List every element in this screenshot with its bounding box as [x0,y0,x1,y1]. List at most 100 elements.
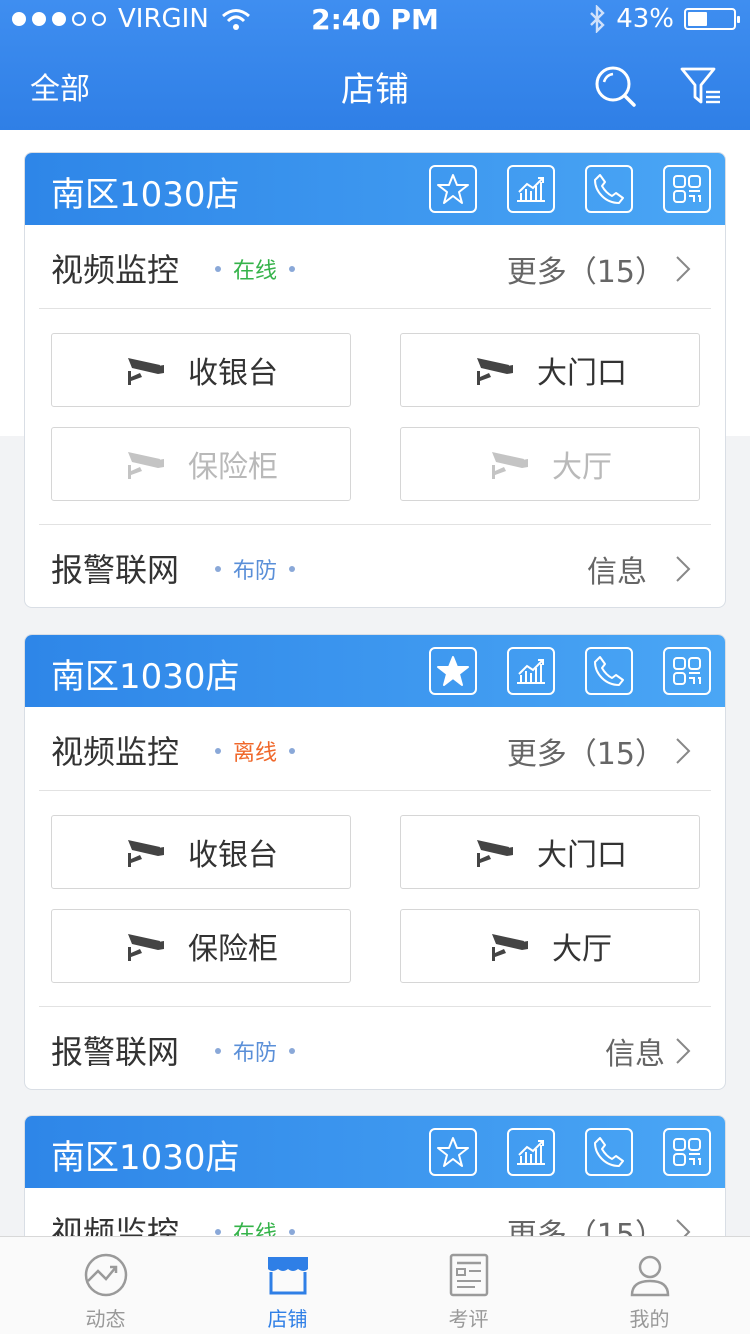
cctv-camera-icon [128,452,164,479]
alarm-status: 布防 [215,1035,296,1067]
tab-store[interactable]: 店铺 [194,1237,381,1334]
alarm-row[interactable]: 报警联网 布防 信息 [39,1007,711,1089]
cctv-camera-icon [128,934,164,961]
trend-icon [84,1253,127,1297]
star-outline-icon [437,1137,469,1167]
alarm-info-link[interactable]: 信息 [587,547,691,591]
video-monitor-title: 视频监控 [51,733,180,771]
chevron-right-icon [676,1038,691,1064]
store-name[interactable]: 南区1030店 [51,167,240,216]
call-button[interactable] [585,647,633,695]
alarm-row[interactable]: 报警联网 布防 信息 [39,525,711,607]
tab-dynamic[interactable]: 动态 [12,1237,199,1334]
statistics-button[interactable] [507,165,555,213]
phone-icon [594,656,624,686]
alarm-info-link[interactable]: 信息 [605,1029,691,1073]
video-monitor-row[interactable]: 视频监控 离线 更多（15） [39,707,711,791]
cctv-camera-icon [492,934,528,961]
video-monitor-title: 视频监控 [51,251,180,289]
statistics-button[interactable] [507,647,555,695]
chart-icon [517,659,545,684]
qrcode-button[interactable] [663,165,711,213]
camera-button[interactable]: 大厅 [400,909,700,983]
video-status-text: 离线 [233,741,278,766]
camera-label: 收银台 [188,838,278,873]
store-card: 南区1030店 视频监控 在线 更多（15） [24,152,726,608]
store-icon [267,1257,308,1295]
status-bar: VIRGIN 2:40 PM 43% [0,0,750,40]
store-name[interactable]: 南区1030店 [51,649,240,698]
chart-icon [517,177,545,202]
report-icon [449,1253,488,1297]
camera-label: 收银台 [188,356,278,391]
chevron-right-icon [676,256,691,282]
video-monitor-title: 视频监控 [51,1214,180,1236]
tab-label: 动态 [85,1307,126,1331]
tab-evaluation[interactable]: 考评 [375,1237,562,1334]
video-monitor-row[interactable]: 视频监控 在线 更多（15） [39,225,711,309]
alarm-status-text: 布防 [233,559,278,584]
camera-button[interactable]: 大门口 [400,815,700,889]
star-filled-icon [437,656,469,686]
store-name[interactable]: 南区1030店 [51,1130,240,1179]
camera-button[interactable]: 大门口 [400,333,700,407]
more-cameras-link[interactable]: 更多（15） [507,729,691,773]
qrcode-button[interactable] [663,647,711,695]
info-label: 信息 [605,1037,665,1072]
video-monitor-row[interactable]: 视频监控 在线 更多（15） [39,1188,711,1236]
chart-icon [517,1140,545,1165]
camera-label: 大厅 [552,450,612,485]
camera-button[interactable]: 收银台 [51,333,351,407]
tab-label: 我的 [629,1307,670,1331]
phone-icon [594,1137,624,1167]
video-status-text: 在线 [233,259,278,284]
store-card-header: 南区1030店 [25,635,725,707]
camera-button[interactable]: 保险柜 [51,909,351,983]
app-header: VIRGIN 2:40 PM 43% 全部 店铺 [0,0,750,130]
camera-button[interactable]: 保险柜 [51,427,351,501]
store-card: 南区1030店 视频监控 在线 更多（15） [24,1115,726,1236]
camera-button[interactable]: 大厅 [400,427,700,501]
camera-grid: 收银台 大门口 保险柜 大厅 [39,309,711,525]
favorite-button[interactable] [429,647,477,695]
qrcode-icon [673,1138,701,1166]
cctv-camera-icon [128,358,164,385]
store-list[interactable]: 南区1030店 视频监控 在线 更多（15） 收银台 大门口 保险柜 大厅 报警… [0,130,750,1236]
tab-bar: 动态 店铺 考评 我的 [0,1236,750,1334]
camera-label: 保险柜 [188,932,278,967]
more-cameras-link[interactable]: 更多（15） [507,1210,691,1236]
favorite-button[interactable] [429,165,477,213]
filter-icon[interactable] [678,64,722,108]
store-card-header: 南区1030店 [25,153,725,225]
camera-button[interactable]: 收银台 [51,815,351,889]
cctv-camera-icon [128,840,164,867]
alarm-status-text: 布防 [233,1041,278,1066]
camera-label: 大门口 [537,838,627,873]
qrcode-icon [673,657,701,685]
camera-label: 大厅 [552,932,612,967]
call-button[interactable] [585,1128,633,1176]
chevron-right-icon [676,738,691,764]
alarm-title: 报警联网 [51,551,180,589]
search-icon[interactable] [594,64,638,108]
more-cameras-link[interactable]: 更多（15） [507,247,691,291]
call-button[interactable] [585,165,633,213]
user-icon [630,1255,669,1297]
store-card-header: 南区1030店 [25,1116,725,1188]
cctv-camera-icon [477,358,513,385]
status-right: 43% [588,4,740,34]
favorite-button[interactable] [429,1128,477,1176]
statistics-button[interactable] [507,1128,555,1176]
tab-mine[interactable]: 我的 [556,1237,743,1334]
chevron-right-icon [676,1219,691,1236]
camera-label: 保险柜 [188,450,278,485]
alarm-title: 报警联网 [51,1033,180,1071]
more-label: 更多（15） [506,255,665,290]
bluetooth-icon [590,5,605,33]
more-label: 更多（15） [506,1218,665,1236]
qrcode-button[interactable] [663,1128,711,1176]
video-status-text: 在线 [233,1222,278,1236]
video-status: 离线 [215,735,296,767]
nav-bar: 全部 店铺 [0,40,750,130]
camera-label: 大门口 [537,356,627,391]
